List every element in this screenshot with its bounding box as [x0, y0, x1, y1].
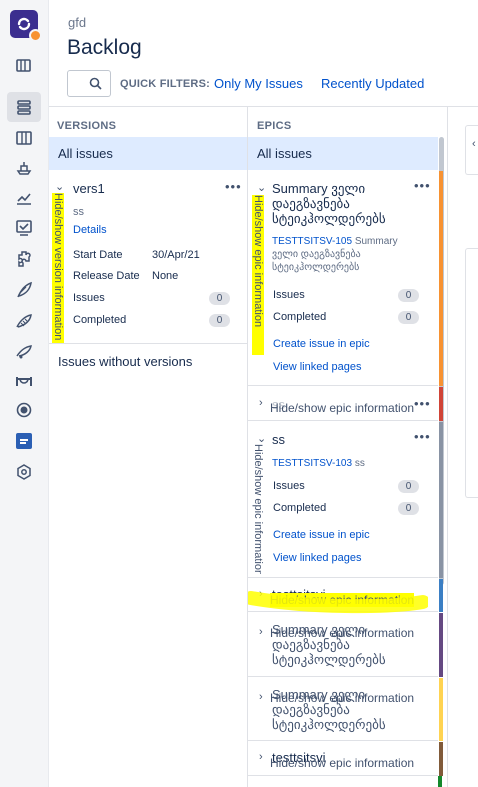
chevron-down-icon[interactable]: ⌄ [257, 181, 266, 194]
epic-color-bar [439, 613, 443, 677]
feather-icon-2[interactable] [12, 310, 36, 332]
app-icon[interactable] [12, 430, 36, 452]
project-logo-badge [29, 29, 42, 42]
version-card[interactable]: ⌄ vers1 ••• Hide/show version informatio… [49, 171, 248, 344]
search-icon [89, 77, 102, 90]
create-issue-in-epic-link[interactable]: Create issue in epic [273, 338, 370, 350]
settings-icon[interactable] [12, 461, 36, 483]
epic-item[interactable]: ⌄ ss ••• Hide/show epic information TEST… [248, 422, 443, 578]
version-info-toggle[interactable]: Hide/show version information [52, 193, 64, 343]
circle-icon[interactable] [12, 399, 36, 421]
release-date-value: None [152, 270, 179, 282]
page-title: Backlog [67, 36, 142, 59]
feather-icon-3[interactable] [12, 340, 36, 362]
epic-color-bar [439, 678, 443, 741]
epics-all-issues[interactable]: All issues [248, 137, 438, 170]
issues-label: Issues [73, 292, 105, 304]
epic-item[interactable]: › Summary ველი დაეგზავნება სტეიკჰოლდერებ… [248, 613, 443, 677]
backlog-screen: gfd Backlog QUICK FILTERS: Only My Issue… [0, 0, 478, 787]
version-details-link[interactable]: Details [73, 224, 107, 236]
epic-more-icon[interactable]: ••• [414, 396, 431, 411]
issues-count-badge: 0 [209, 292, 230, 305]
epic-info-toggle[interactable]: Hide/show epic information [252, 195, 264, 355]
version-name: vers1 [73, 181, 105, 196]
header-divider [49, 106, 478, 107]
quick-filter-recently-updated[interactable]: Recently Updated [321, 76, 424, 91]
epic-item[interactable]: ⌄ Summary ველი დაეგზავნება სტეიკჰოლდერებ… [248, 171, 443, 386]
roadmap-icon[interactable] [12, 55, 36, 77]
epic-issue-key: TESTTSITSV-105 [272, 236, 353, 247]
epic-color-bar [439, 387, 443, 421]
issues-icon[interactable] [12, 217, 36, 239]
highlight-stroke [248, 591, 428, 614]
bridge-icon[interactable] [12, 370, 36, 392]
epic-issue-link[interactable]: TESTTSITSV-103 ss [272, 457, 365, 470]
version-more-icon[interactable]: ••• [225, 179, 242, 194]
backlog-side-panel-2 [465, 248, 478, 498]
epic-issue-summary: ss [354, 458, 365, 469]
backlog-icon[interactable] [12, 96, 36, 118]
chevron-right-icon[interactable]: › [259, 626, 263, 638]
epic-color-bar [439, 579, 443, 612]
project-sidebar [0, 0, 49, 787]
versions-all-issues[interactable]: All issues [49, 137, 247, 170]
epic-more-icon[interactable]: ••• [414, 178, 431, 193]
breadcrumb[interactable]: gfd [68, 15, 86, 30]
epic-completed-label: Completed [273, 502, 327, 514]
epic-issue-link[interactable]: TESTTSITSV-105 Summary ველი დაეგზავნება … [272, 235, 402, 274]
project-logo[interactable] [10, 10, 42, 42]
epic-color-bar [439, 742, 443, 776]
epic-issues-badge: 0 [398, 289, 419, 302]
chevron-right-icon[interactable]: › [259, 397, 263, 409]
completed-label: Completed [73, 314, 127, 326]
board-icon[interactable] [12, 127, 36, 149]
view-linked-pages-link[interactable]: View linked pages [273, 552, 361, 564]
epic-item[interactable]: › Summary ველი დაეგზავნება სტეიკჰოლდერებ… [248, 678, 443, 741]
completed-count-badge: 0 [209, 314, 230, 327]
components-icon[interactable] [12, 248, 36, 270]
reports-icon[interactable] [12, 187, 36, 209]
quick-filters-label: QUICK FILTERS: [120, 78, 210, 90]
start-date-label: Start Date [73, 249, 123, 261]
epic-issues-label: Issues [273, 289, 305, 301]
epic-color-bar [439, 422, 443, 578]
epic-color-bar [439, 171, 443, 386]
epic-issues-label: Issues [273, 480, 305, 492]
epic-list: ⌄ Summary ველი დაეგზავნება სტეიკჰოლდერებ… [248, 171, 445, 787]
issues-without-versions[interactable]: Issues without versions [58, 354, 192, 369]
epic-info-toggle[interactable]: Hide/show epic information [270, 691, 414, 705]
start-date-value: 30/Apr/21 [152, 249, 200, 261]
version-description: ss [73, 206, 84, 218]
chevron-right-icon[interactable]: › [259, 751, 263, 763]
epics-divider [447, 107, 448, 787]
epic-name: ss [272, 432, 285, 447]
chevron-right-icon[interactable]: › [259, 691, 263, 703]
release-date-label: Release Date [73, 270, 140, 282]
versions-heading: VERSIONS [57, 120, 117, 132]
epic-issue-key: TESTTSITSV-103 [272, 458, 353, 469]
backlog-side-panel: ‹ [465, 125, 478, 175]
feather-icon-1[interactable] [12, 279, 36, 301]
epic-info-toggle[interactable]: Hide/show epic information [270, 756, 414, 770]
epic-completed-label: Completed [273, 311, 327, 323]
view-linked-pages-link[interactable]: View linked pages [273, 361, 361, 373]
epic-item[interactable]: › ss Hide/show epic information ••• [248, 387, 443, 421]
epic-info-toggle[interactable]: Hide/show epic information [270, 401, 414, 415]
epic-completed-badge: 0 [398, 502, 419, 515]
chevron-down-icon[interactable]: ⌄ [55, 180, 64, 193]
quick-filter-my-issues[interactable]: Only My Issues [214, 76, 303, 91]
create-issue-in-epic-link[interactable]: Create issue in epic [273, 529, 370, 541]
chevron-right-icon[interactable]: ‹ [472, 138, 476, 150]
epic-more-icon[interactable]: ••• [414, 429, 431, 444]
epic-info-toggle[interactable]: Hide/show epic information [270, 626, 414, 640]
epic-item[interactable]: › testtsitsvi Hide/show epic information [248, 742, 443, 776]
epic-issues-badge: 0 [398, 480, 419, 493]
epics-heading: EPICS [257, 120, 292, 132]
epic-completed-badge: 0 [398, 311, 419, 324]
epic-info-toggle[interactable]: Hide/show epic information [252, 444, 264, 574]
epic-color-bar [438, 776, 442, 787]
search-input[interactable] [67, 70, 111, 97]
releases-icon[interactable] [12, 157, 36, 179]
epic-name: Summary ველი დაეგზავნება სტეიკჰოლდერებს [272, 181, 386, 226]
